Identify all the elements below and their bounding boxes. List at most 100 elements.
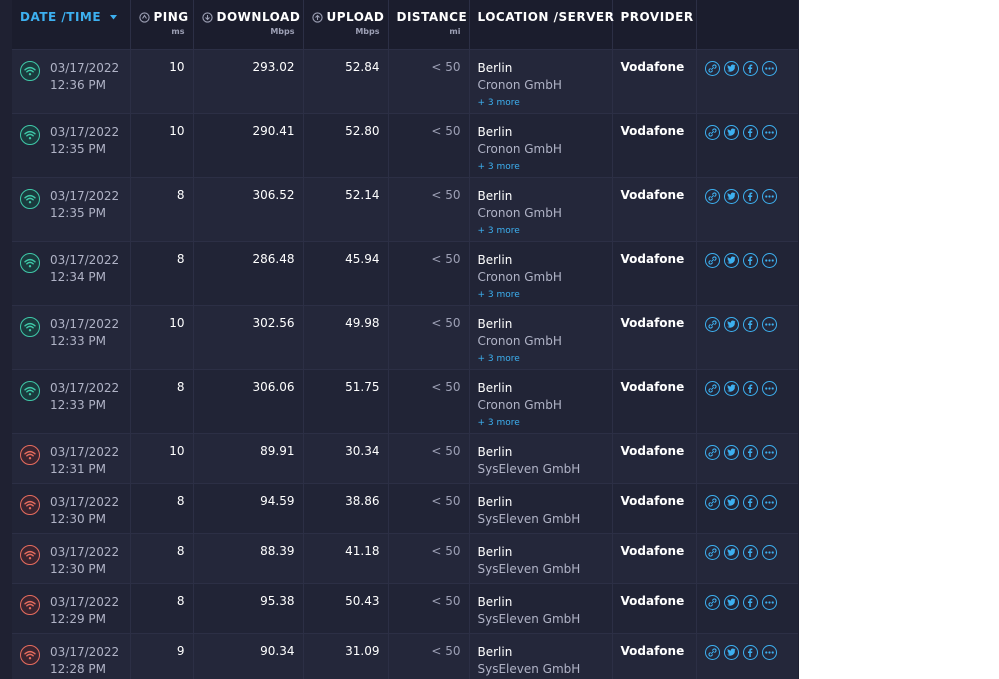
facebook-icon[interactable] [742,444,758,460]
table-row[interactable]: 03/17/2022 12:33 PM 10 302.56 49.98 < 50… [12,305,798,369]
wifi-icon [20,544,40,565]
table-row[interactable]: 03/17/2022 12:35 PM 10 290.41 52.80 < 50… [12,113,798,177]
column-header-datetime[interactable]: DATE /TIME [12,0,131,49]
link-icon[interactable] [704,594,720,610]
location-city: Berlin [477,444,513,459]
download-value: 94.59 [260,493,295,508]
download-header-label: DOWNLOAD [216,10,301,24]
table-row[interactable]: 03/17/2022 12:33 PM 8 306.06 51.75 < 50 … [12,369,798,433]
location-city: Berlin [477,252,513,267]
distance-value: < 50 [431,643,461,658]
link-icon[interactable] [704,60,720,76]
upload-value: 30.34 [345,443,380,458]
facebook-icon[interactable] [742,544,758,560]
table-row[interactable]: 03/17/2022 12:28 PM 9 90.34 31.09 < 50 B… [12,633,798,679]
facebook-icon[interactable] [742,252,758,268]
table-row[interactable]: 03/17/2022 12:30 PM 8 88.39 41.18 < 50 B… [12,533,798,583]
link-icon[interactable] [704,380,720,396]
datetime-header-label: DATE /TIME [20,10,102,24]
link-icon[interactable] [704,316,720,332]
more-icon[interactable] [761,544,777,560]
more-icon[interactable] [761,494,777,510]
date-text: 03/17/2022 [50,494,120,509]
upload-cell: 52.84 [303,49,389,113]
actions-cell [696,533,798,583]
twitter-icon[interactable] [723,60,739,76]
link-icon[interactable] [704,252,720,268]
more-servers-link[interactable]: + 3 more [478,418,604,428]
more-icon[interactable] [761,188,777,204]
ping-value: 8 [176,493,185,508]
date-text: 03/17/2022 [50,124,120,139]
twitter-icon[interactable] [723,380,739,396]
download-cell: 95.38 [193,583,304,633]
twitter-icon[interactable] [723,444,739,460]
more-servers-link[interactable]: + 3 more [478,98,604,108]
actions-cell [696,583,798,633]
facebook-icon[interactable] [742,124,758,140]
server-name: SysEleven GmbH [477,561,581,576]
ping-value: 10 [169,123,185,138]
upload-unit: Mbps [355,27,380,36]
twitter-icon[interactable] [723,252,739,268]
column-header-location[interactable]: LOCATION /SERVER [469,0,614,49]
twitter-icon[interactable] [723,124,739,140]
more-servers-link[interactable]: + 3 more [478,290,604,300]
results-body: 03/17/2022 12:36 PM 10 293.02 52.84 < 50… [12,49,798,679]
facebook-icon[interactable] [742,594,758,610]
more-icon[interactable] [761,380,777,396]
more-servers-link[interactable]: + 3 more [478,226,604,236]
distance-value: < 50 [431,315,461,330]
twitter-icon[interactable] [723,594,739,610]
facebook-icon[interactable] [742,60,758,76]
table-row[interactable]: 03/17/2022 12:31 PM 10 89.91 30.34 < 50 … [12,433,798,483]
table-row[interactable]: 03/17/2022 12:29 PM 8 95.38 50.43 < 50 B… [12,583,798,633]
twitter-icon[interactable] [723,188,739,204]
twitter-icon[interactable] [723,644,739,660]
column-header-distance[interactable]: DISTANCE mi [388,0,470,49]
provider-name: Vodafone [620,123,685,138]
more-icon[interactable] [761,124,777,140]
download-icon [201,12,213,23]
table-row[interactable]: 03/17/2022 12:34 PM 8 286.48 45.94 < 50 … [12,241,798,305]
time-text: 12:35 PM [50,205,106,220]
more-icon[interactable] [761,60,777,76]
facebook-icon[interactable] [742,380,758,396]
download-value: 286.48 [252,251,295,266]
date-text: 03/17/2022 [50,444,120,459]
facebook-icon[interactable] [742,316,758,332]
twitter-icon[interactable] [723,544,739,560]
more-icon[interactable] [761,444,777,460]
link-icon[interactable] [704,544,720,560]
twitter-icon[interactable] [723,494,739,510]
table-row[interactable]: 03/17/2022 12:36 PM 10 293.02 52.84 < 50… [12,49,798,113]
facebook-icon[interactable] [742,644,758,660]
ping-value: 8 [176,251,185,266]
more-icon[interactable] [761,644,777,660]
more-icon[interactable] [761,316,777,332]
provider-cell: Vodafone [612,583,697,633]
column-header-ping[interactable]: PING ms [130,0,194,49]
table-row[interactable]: 03/17/2022 12:35 PM 8 306.52 52.14 < 50 … [12,177,798,241]
more-servers-link[interactable]: + 3 more [478,162,604,172]
ping-value: 9 [176,643,185,658]
column-header-download[interactable]: DOWNLOAD Mbps [193,0,304,49]
more-servers-link[interactable]: + 3 more [478,354,604,364]
column-header-provider[interactable]: PROVIDER [612,0,697,49]
more-icon[interactable] [761,252,777,268]
facebook-icon[interactable] [742,188,758,204]
link-icon[interactable] [704,644,720,660]
datetime-cell: 03/17/2022 12:30 PM [12,533,131,583]
table-row[interactable]: 03/17/2022 12:30 PM 8 94.59 38.86 < 50 B… [12,483,798,533]
link-icon[interactable] [704,444,720,460]
column-header-upload[interactable]: UPLOAD Mbps [303,0,389,49]
facebook-icon[interactable] [742,494,758,510]
link-icon[interactable] [704,188,720,204]
server-name: SysEleven GmbH [477,461,581,476]
upload-cell: 50.43 [303,583,389,633]
more-icon[interactable] [761,594,777,610]
provider-cell: Vodafone [612,483,697,533]
twitter-icon[interactable] [723,316,739,332]
link-icon[interactable] [704,124,720,140]
link-icon[interactable] [704,494,720,510]
